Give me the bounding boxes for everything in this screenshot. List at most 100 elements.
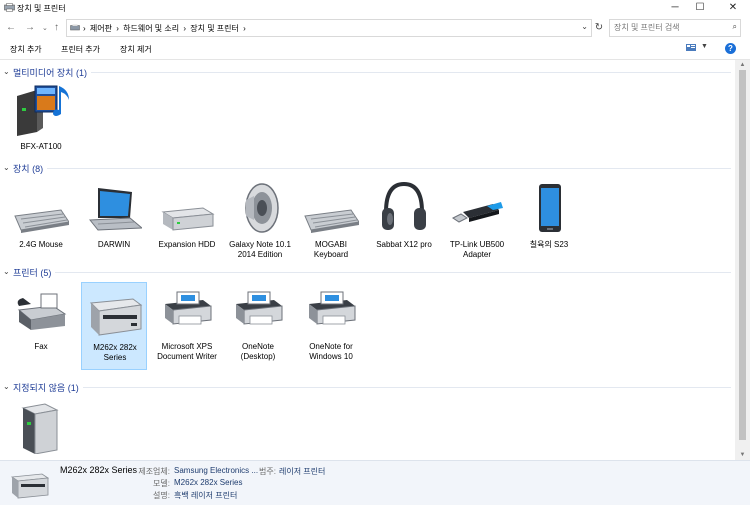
group-divider [13, 168, 731, 169]
back-button[interactable]: ← [6, 22, 16, 33]
printer-label: OneNote for Windows 10 [309, 342, 353, 361]
address-bar: ← → ⌄ ↑ › 제어판 › 하드웨어 및 소리 › 장치 및 프린터 › ⌄… [0, 18, 750, 38]
speaker-icon [245, 183, 279, 233]
device-item-galaxy-note[interactable]: Galaxy Note 10.1 2014 Edition [227, 180, 293, 268]
manufacturer-label: 제조업체: [138, 467, 170, 476]
search-input[interactable] [614, 22, 722, 33]
description-label: 설명: [153, 491, 170, 500]
device-label: Expansion HDD [158, 240, 216, 249]
forward-button[interactable]: → [25, 22, 35, 33]
printer-item-fax[interactable]: Fax [8, 282, 74, 370]
devices-printers-app-icon [4, 3, 15, 12]
collapse-chevron-icon[interactable]: ⌄ [3, 267, 10, 276]
device-item-expansion-hdd[interactable]: Expansion HDD [154, 180, 220, 268]
vertical-scrollbar[interactable]: ▲ ▼ [735, 60, 750, 460]
laptop-icon [88, 188, 142, 231]
model-label: 모델: [153, 479, 170, 488]
printer-label: Fax [34, 342, 48, 351]
close-button[interactable]: ✕ [716, 0, 750, 16]
help-icon[interactable]: ? [725, 43, 736, 54]
description-value: 흑백 레이저 프린터 [174, 491, 238, 500]
keyboard-icon [14, 209, 69, 233]
device-item-tp-link-ub500[interactable]: TP-Link UB500 Adapter [444, 180, 510, 268]
unspecified-device-icon [21, 403, 59, 454]
device-list: ⌄ 멀티미디어 장치 (1) BFX-AT100 ⌄ 장치 (8) 2.4G M… [0, 60, 735, 460]
printer-label: OneNote (Desktop) [240, 342, 276, 361]
selected-device-name: M262x 282x Series [60, 465, 138, 475]
device-item-bfx-at100[interactable]: BFX-AT100 [8, 82, 74, 170]
scrollbar-thumb[interactable] [739, 70, 746, 440]
laser-printer-icon [89, 298, 143, 336]
external-drive-icon [161, 207, 215, 231]
group-header-unspecified[interactable]: ⌄ 지정되지 않음 (1) [3, 381, 731, 394]
scroll-down-icon[interactable]: ▼ [735, 450, 750, 460]
printer-label: Microsoft XPS Document Writer [157, 342, 217, 361]
search-icon[interactable]: ⌕ [733, 22, 737, 32]
address-field[interactable]: › 제어판 › 하드웨어 및 소리 › 장치 및 프린터 › ⌄ [66, 19, 592, 37]
breadcrumb-separator: › [83, 24, 86, 33]
printer-icon [309, 291, 356, 325]
window-title: 장치 및 프린터 [17, 4, 66, 13]
group-divider [13, 72, 731, 73]
printer-item-m262x[interactable]: M262x 282x Series [81, 282, 147, 370]
collapse-chevron-icon[interactable]: ⌄ [3, 382, 10, 391]
remove-device-button[interactable]: 장치 제거 [120, 44, 152, 55]
device-item-sabbat-x12[interactable]: Sabbat X12 pro [371, 180, 437, 268]
device-label: BFX-AT100 [20, 142, 62, 151]
command-bar: 장치 추가 프린터 추가 장치 제거 ▼ ? [0, 40, 750, 60]
recent-locations-chevron-icon[interactable]: ⌄ [42, 24, 48, 32]
breadcrumb-separator: › [116, 24, 119, 33]
maximize-button[interactable]: ☐ [683, 0, 717, 16]
add-printer-button[interactable]: 프린터 추가 [61, 44, 100, 55]
breadcrumb-devices-printers[interactable]: 장치 및 프린터 [190, 24, 239, 33]
search-box: ⌕ [609, 19, 741, 37]
printer-icon [236, 291, 283, 325]
headphones-icon [382, 182, 426, 230]
device-item-unspecified[interactable] [8, 398, 74, 460]
device-label: 2.4G Mouse [19, 240, 63, 249]
group-header-devices[interactable]: ⌄ 장치 (8) [3, 162, 731, 175]
device-item-mogabi-keyboard[interactable]: MOGABI Keyboard [298, 180, 364, 268]
manufacturer-value: Samsung Electronics ... [174, 466, 259, 475]
add-device-button[interactable]: 장치 추가 [10, 44, 42, 55]
scroll-up-icon[interactable]: ▲ [735, 60, 750, 70]
device-label: TP-Link UB500 Adapter [449, 240, 505, 259]
view-options-chevron-icon[interactable]: ▼ [701, 43, 708, 50]
phone-icon [539, 184, 561, 232]
category-value: 레이저 프린터 [279, 467, 326, 476]
category-label: 범주: [259, 467, 276, 476]
address-dropdown-icon[interactable]: ⌄ [581, 22, 588, 31]
control-panel-icon [70, 24, 80, 31]
breadcrumb-control-panel[interactable]: 제어판 [90, 24, 112, 33]
keyboard-icon [304, 209, 359, 233]
multimedia-device-icon [17, 85, 69, 136]
laser-printer-icon [10, 473, 50, 499]
group-label: 장치 (8) [13, 162, 48, 175]
device-item-s23[interactable]: 칠육의 S23 [516, 180, 582, 268]
group-divider [13, 387, 731, 388]
device-item-2-4g-mouse[interactable]: 2.4G Mouse [8, 180, 74, 268]
refresh-icon[interactable]: ↻ [592, 20, 606, 36]
breadcrumb-separator: › [183, 24, 187, 33]
title-bar: 장치 및 프린터 ─ ☐ ✕ [0, 0, 750, 16]
device-label: MOGABI Keyboard [313, 240, 349, 259]
device-label: 칠육의 S23 [529, 240, 569, 249]
change-view-icon[interactable] [686, 44, 696, 51]
group-label: 프린터 (5) [13, 266, 56, 279]
printer-item-onenote-win10[interactable]: OneNote for Windows 10 [298, 282, 364, 370]
group-header-printers[interactable]: ⌄ 프린터 (5) [3, 266, 731, 279]
group-header-multimedia[interactable]: ⌄ 멀티미디어 장치 (1) [3, 66, 731, 79]
device-item-darwin[interactable]: DARWIN [81, 180, 147, 268]
up-button[interactable]: ↑ [54, 22, 59, 33]
printer-item-xps[interactable]: Microsoft XPS Document Writer [154, 282, 220, 370]
breadcrumb-separator: › [243, 24, 246, 33]
group-label: 멀티미디어 장치 (1) [13, 66, 91, 79]
collapse-chevron-icon[interactable]: ⌄ [3, 163, 10, 172]
breadcrumb-hardware-sound[interactable]: 하드웨어 및 소리 [123, 24, 179, 33]
collapse-chevron-icon[interactable]: ⌄ [3, 67, 10, 76]
fax-icon [17, 293, 67, 330]
device-label: Galaxy Note 10.1 2014 Edition [229, 240, 291, 259]
group-divider [13, 272, 731, 273]
printer-item-onenote-desktop[interactable]: OneNote (Desktop) [225, 282, 291, 370]
model-value: M262x 282x Series [174, 478, 243, 487]
